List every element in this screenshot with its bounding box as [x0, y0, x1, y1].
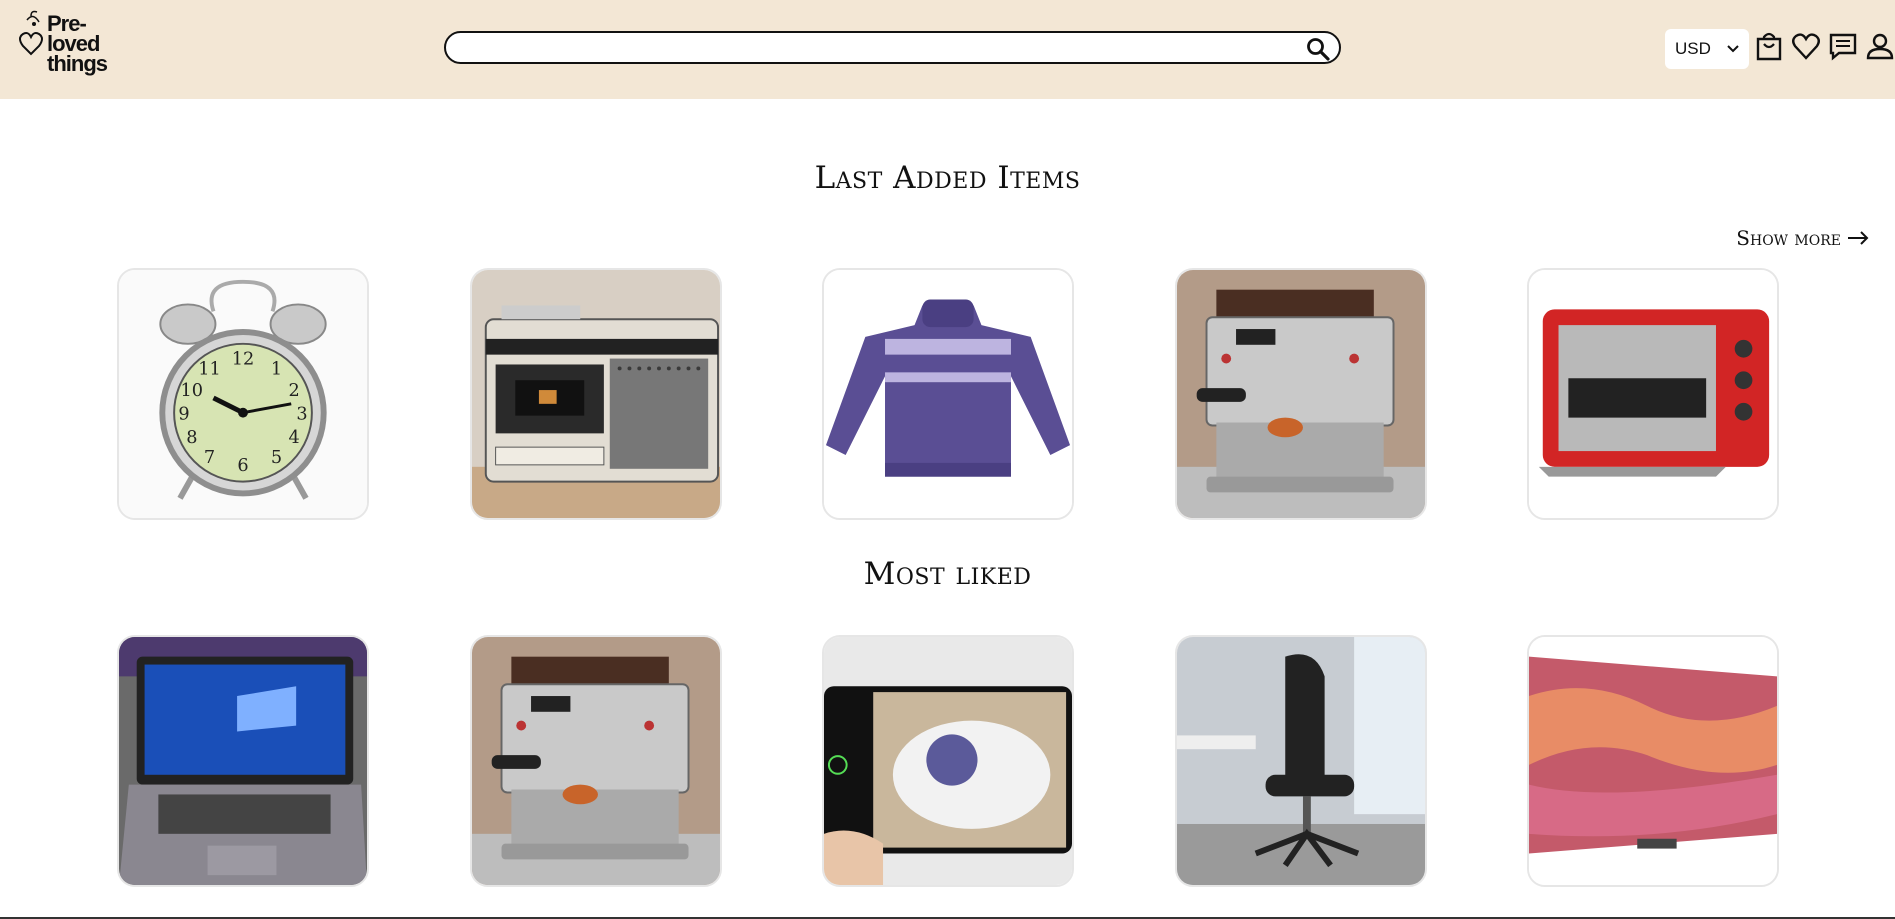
- svg-text:3: 3: [296, 405, 307, 425]
- last-added-title: Last Added Items: [814, 160, 1081, 196]
- chat-icon[interactable]: [1828, 30, 1858, 62]
- product-image: [1529, 270, 1777, 518]
- product-image: [1177, 637, 1425, 885]
- currency-select[interactable]: USD: [1665, 29, 1749, 69]
- chevron-down-icon: [1727, 45, 1739, 53]
- shopping-bag-icon[interactable]: [1754, 30, 1784, 62]
- product-image: [472, 270, 720, 518]
- item-card-laptop[interactable]: [117, 635, 369, 887]
- header: Pre- loved things USD: [0, 0, 1895, 99]
- item-card-espresso-machine[interactable]: [1175, 268, 1427, 520]
- user-icon[interactable]: [1865, 30, 1895, 62]
- item-card-cassette-radio[interactable]: [470, 268, 722, 520]
- svg-text:4: 4: [289, 428, 300, 448]
- svg-text:6: 6: [237, 456, 248, 476]
- search-bar: [444, 31, 1341, 64]
- svg-text:12: 12: [232, 349, 255, 369]
- search-icon[interactable]: [1305, 36, 1331, 62]
- product-image: 12 12 3 45 6 78 9 1011: [119, 270, 367, 518]
- currency-value: USD: [1675, 39, 1711, 58]
- svg-text:8: 8: [186, 428, 197, 448]
- arrow-right-icon: [1848, 231, 1869, 245]
- svg-text:7: 7: [204, 448, 215, 468]
- heart-icon[interactable]: [1791, 30, 1821, 62]
- item-card-office-chair[interactable]: [1175, 635, 1427, 887]
- svg-text:1: 1: [271, 359, 282, 379]
- svg-text:9: 9: [178, 405, 189, 425]
- item-card-television[interactable]: [1527, 635, 1779, 887]
- svg-text:10: 10: [181, 381, 204, 401]
- svg-text:2: 2: [289, 381, 300, 401]
- site-logo[interactable]: Pre- loved things: [17, 8, 108, 78]
- item-card-espresso-machine-2[interactable]: [470, 635, 722, 887]
- product-image: [119, 637, 367, 885]
- search-input[interactable]: [460, 33, 1284, 61]
- product-image: [1177, 270, 1425, 518]
- product-image: [1529, 637, 1777, 885]
- item-card-alarm-clock[interactable]: 12 1 2 3 45 6 78 9 10 11: [117, 268, 369, 520]
- svg-text:11: 11: [198, 359, 221, 379]
- most-liked-title: Most liked: [863, 556, 1032, 592]
- product-image: [472, 637, 720, 885]
- svg-text:5: 5: [271, 448, 282, 468]
- logo-text: Pre- loved things: [47, 11, 108, 76]
- item-card-red-toaster-oven[interactable]: [1527, 268, 1779, 520]
- show-more-link[interactable]: Show more: [1736, 226, 1869, 250]
- show-more-label: Show more: [1736, 226, 1841, 250]
- item-card-phone-camera[interactable]: [822, 635, 1074, 887]
- product-image: [824, 637, 1072, 885]
- product-image: [824, 270, 1072, 518]
- item-card-purple-sweater[interactable]: [822, 268, 1074, 520]
